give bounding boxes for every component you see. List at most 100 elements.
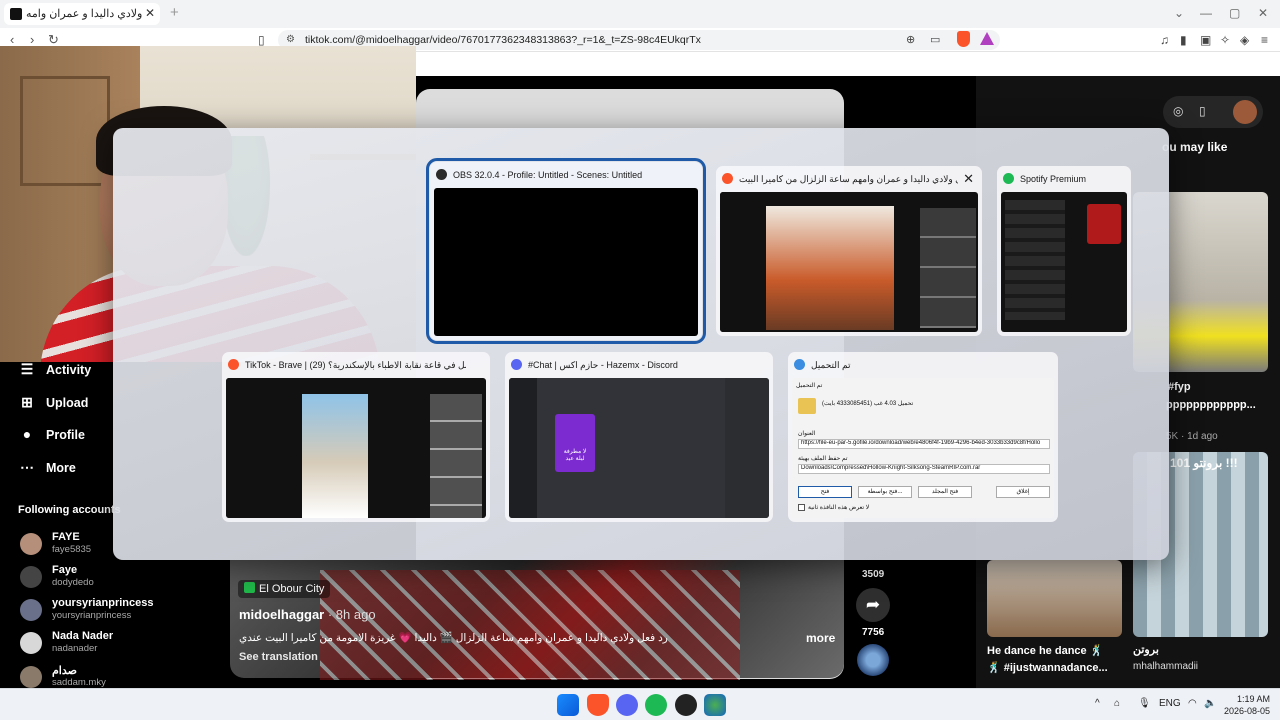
maximize-icon[interactable]: ▢: [1229, 6, 1240, 20]
browser-tab[interactable]: رد فعل ولادي داليدا و عمران وامه... ✕: [4, 3, 160, 25]
switcher-window-spotify[interactable]: Spotify Premium: [997, 166, 1131, 336]
back-button[interactable]: ‹: [10, 32, 14, 47]
preview-sidebar: [226, 378, 284, 518]
nav-activity[interactable]: ☰ Activity: [18, 361, 91, 381]
video-author[interactable]: midoelhaggar · 8h ago: [239, 607, 376, 622]
switcher-window-download[interactable]: تم التحميل تم التحميل تحميل 4.03 غب (433…: [788, 352, 1058, 522]
bookmark-icon[interactable]: ▯: [258, 33, 265, 47]
author-name[interactable]: midoelhaggar: [239, 607, 324, 622]
obs-preview: [434, 188, 698, 336]
recommended-title[interactable]: #fyp: [1168, 381, 1191, 393]
close-icon[interactable]: ✕: [963, 171, 974, 187]
video-caption: رد فعل ولادي داليدا و عمران وامهم ساعة ا…: [239, 632, 668, 644]
location-badge[interactable]: El Obour City: [238, 580, 331, 598]
clock-date: 2026-08-05: [1224, 706, 1271, 716]
wallet-icon[interactable]: ▣: [1200, 33, 1211, 47]
save-count: 7756: [862, 627, 885, 638]
forward-button[interactable]: ›: [30, 32, 34, 47]
leo-ai-icon[interactable]: ✧: [1220, 33, 1230, 47]
menu-icon[interactable]: ≡: [1261, 33, 1268, 47]
spotify-preview: [1001, 192, 1127, 332]
compass-icon[interactable]: ◎: [1173, 104, 1183, 118]
avatar: [20, 632, 42, 654]
vpn-icon[interactable]: ◈: [1240, 33, 1249, 47]
switcher-window-brave[interactable]: رد فعل ولادي داليدا و عمران وامهم ساعة ا…: [716, 166, 982, 336]
taskbar-discord-icon[interactable]: [616, 694, 638, 716]
close-window-icon[interactable]: ✕: [1258, 6, 1268, 20]
open-button[interactable]: فتح: [798, 486, 852, 498]
tab-close-icon[interactable]: ✕: [145, 6, 155, 20]
preview-thumbs: [920, 208, 976, 328]
new-tab-button[interactable]: +: [170, 4, 179, 21]
avatar: [20, 533, 42, 555]
dont-show-checkbox[interactable]: [798, 504, 805, 511]
switcher-window-discord[interactable]: #Chat | حازم اكس - Hazemx - Discord لا م…: [505, 352, 773, 522]
zoom-icon[interactable]: ⊕: [906, 33, 915, 46]
window-title: رد فعل ولادي داليدا و عمران وامهم ساعة ا…: [722, 166, 958, 192]
brave-icon: [722, 173, 733, 184]
recommended-author[interactable]: mhalhammadii: [1133, 661, 1198, 672]
site-info-icon[interactable]: ⚙: [286, 34, 295, 45]
tray-network-icon[interactable]: ⌂: [1114, 698, 1120, 709]
location-text: El Obour City: [259, 583, 325, 595]
start-button[interactable]: [557, 694, 579, 716]
language-indicator[interactable]: ENG: [1159, 698, 1181, 709]
following-account[interactable]: Nada Nader nadanader: [20, 630, 220, 658]
window-title: TikTok - Brave | ما الذي حصل في قاعة نقا…: [228, 352, 466, 378]
music-disc-icon[interactable]: [857, 644, 889, 676]
open-folder-button[interactable]: فتح المجلد: [918, 486, 972, 498]
taskbar: ^ ⌂ 🎙 ENG ◠ 🔈 1:19 AM 2026-08-05: [0, 688, 1280, 720]
following-account[interactable]: Faye dodydedo: [20, 564, 220, 592]
taskbar-brave-icon[interactable]: [587, 694, 609, 716]
recommended-subtitle: 🕺 #ijustwannadance...: [987, 662, 1108, 674]
recommended-title[interactable]: He dance he dance 🕺: [987, 644, 1103, 657]
nav-more-label: More: [46, 461, 76, 475]
you-may-like-title: ou may like: [1162, 140, 1228, 154]
nav-upload-label: Upload: [46, 396, 89, 410]
window-title-text: تم التحميل: [811, 360, 851, 370]
account-handle: yoursyrianprincess: [52, 610, 132, 621]
taskbar-obs-icon[interactable]: [675, 694, 697, 716]
taskbar-app-icon[interactable]: [704, 694, 726, 716]
chevron-down-icon[interactable]: ⌄: [1174, 6, 1184, 20]
nav-more[interactable]: ⋯ More: [18, 459, 76, 479]
tray-chevron-icon[interactable]: ^: [1095, 698, 1100, 709]
user-avatar[interactable]: [1233, 100, 1257, 124]
dialog-saved-path: Downloads\Compressed\Hollow-Knight-Silks…: [798, 464, 1050, 474]
preview-video: [302, 394, 368, 518]
minimize-icon[interactable]: —: [1200, 6, 1212, 20]
share-button[interactable]: ➦: [856, 588, 890, 622]
taskbar-clock[interactable]: 1:19 AM 2026-08-05: [1224, 693, 1270, 717]
recommended-video-thumb[interactable]: [987, 560, 1122, 637]
following-account[interactable]: yoursyrianprincess yoursyrianprincess: [20, 597, 220, 625]
brave-shields-icon[interactable]: [957, 31, 970, 47]
brave-rewards-icon[interactable]: [980, 32, 994, 45]
nav-profile[interactable]: ● Profile: [18, 426, 85, 446]
nav-upload[interactable]: ⊞ Upload: [18, 394, 88, 414]
switcher-window-obs[interactable]: OBS 32.0.4 - Profile: Untitled - Scenes:…: [426, 158, 706, 344]
caption-more-link[interactable]: more: [806, 631, 835, 645]
window-title: تم التحميل: [794, 352, 1034, 378]
taskbar-spotify-icon[interactable]: [645, 694, 667, 716]
close-dialog-button[interactable]: إغلاق: [996, 486, 1050, 498]
discord-preview: لا مطرفة ليلة عيد: [509, 378, 769, 518]
phone-icon[interactable]: ▯: [1199, 104, 1206, 118]
switcher-window-tiktok[interactable]: TikTok - Brave | ما الذي حصل في قاعة نقا…: [222, 352, 490, 522]
preview-video: [766, 206, 894, 330]
avatar: [20, 566, 42, 588]
recommended-title[interactable]: بروتن: [1133, 643, 1159, 656]
door-panel: [20, 76, 110, 186]
wifi-icon[interactable]: ◠: [1188, 698, 1197, 709]
window-title-text: رد فعل ولادي داليدا و عمران وامهم ساعة ا…: [739, 174, 958, 184]
volume-icon[interactable]: 🔈: [1204, 698, 1216, 709]
open-with-button[interactable]: فتح بواسطة...: [858, 486, 912, 498]
account-handle: saddam.mky: [52, 677, 106, 688]
microphone-icon[interactable]: 🎙: [1138, 698, 1151, 709]
sidebar-icon[interactable]: ▮: [1180, 33, 1187, 47]
cast-icon[interactable]: ▭: [930, 33, 940, 46]
account-name: Nada Nader: [52, 630, 114, 642]
music-icon[interactable]: ♫: [1160, 33, 1169, 47]
download-icon: [794, 359, 805, 370]
window-title-text: OBS 32.0.4 - Profile: Untitled - Scenes:…: [453, 170, 643, 180]
see-translation-link[interactable]: See translation: [239, 651, 318, 663]
